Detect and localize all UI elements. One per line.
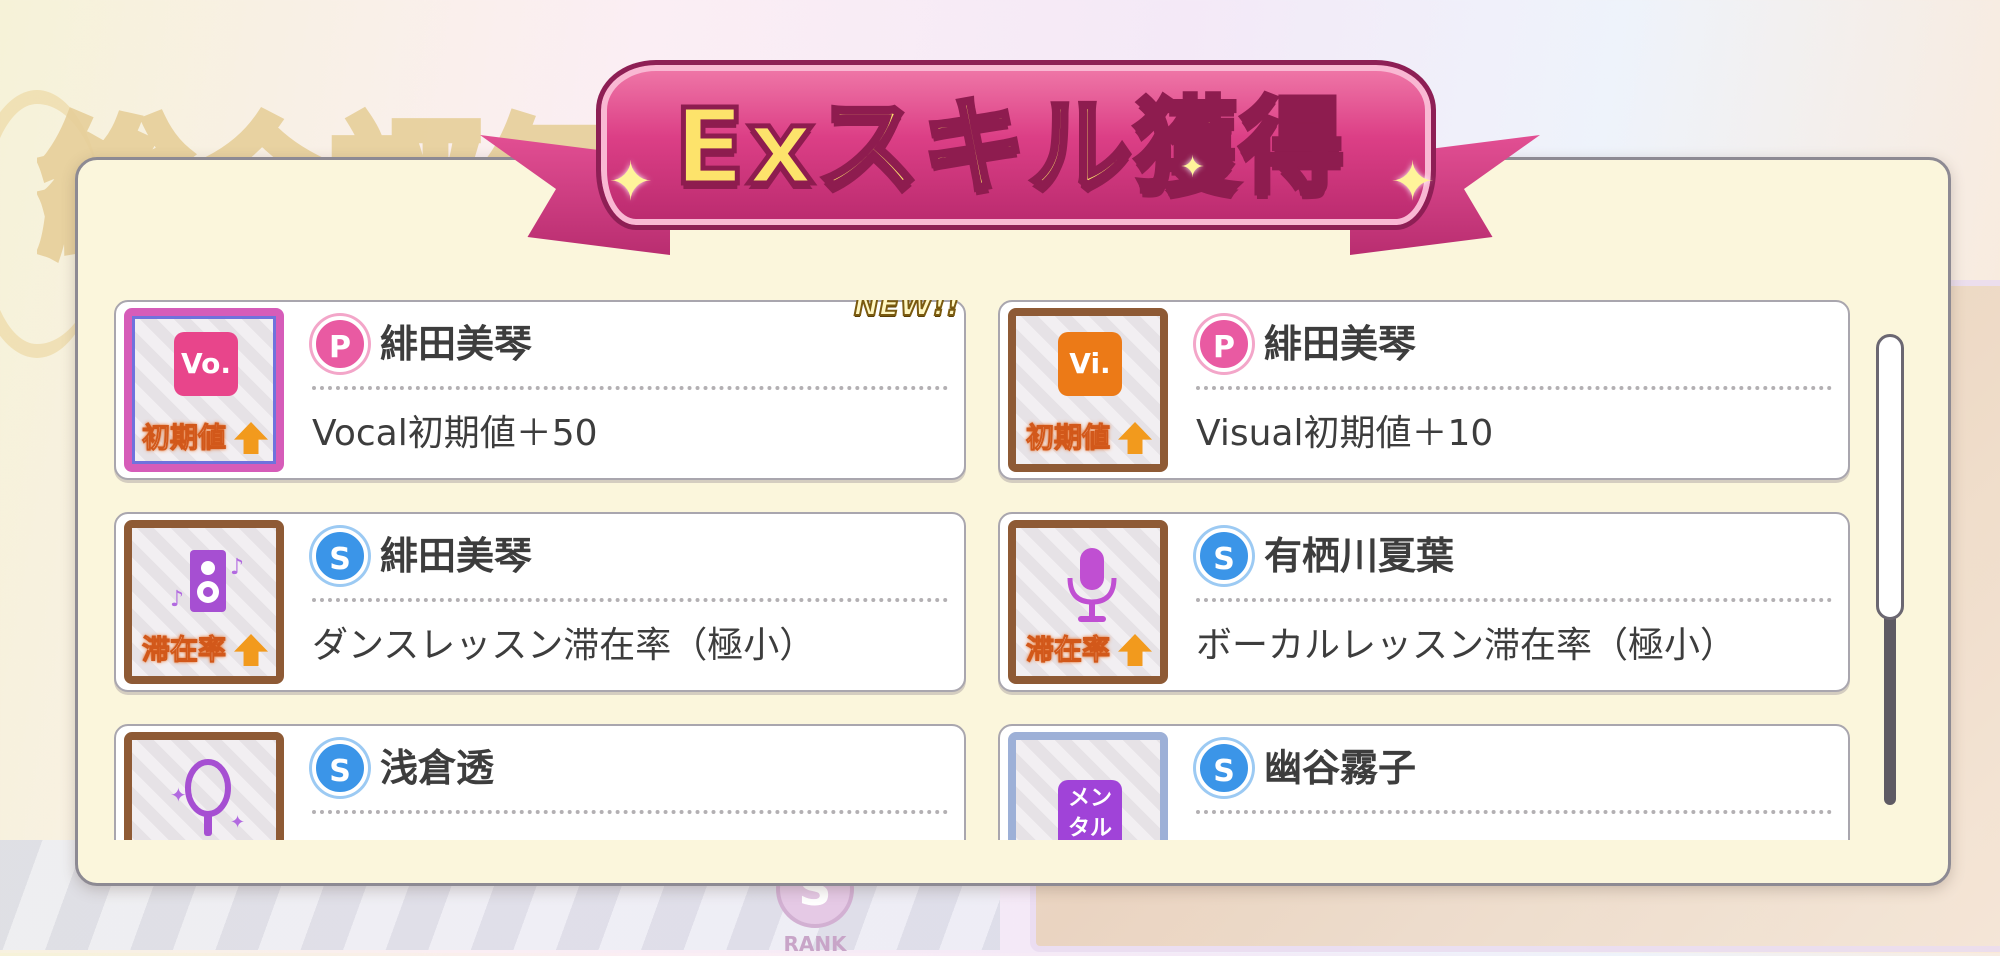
vocal-tag: Vo. bbox=[174, 332, 238, 396]
support-badge-icon: S bbox=[1196, 528, 1252, 584]
skill-description: Visual初期値＋10 bbox=[1196, 413, 1494, 454]
mirror-graphic: ✦ ✦ bbox=[170, 759, 245, 836]
skill-card[interactable]: 滞在率 S 有栖川夏葉 ボーカルレッスン滞在率（極小） bbox=[998, 512, 1850, 692]
divider bbox=[312, 598, 948, 602]
new-badge: NEW!! bbox=[853, 300, 961, 324]
skill-card[interactable]: Vo. 初期値 P 緋田美琴 Vocal初期値＋50 bbox=[114, 300, 966, 480]
rank-label: RANK bbox=[783, 932, 847, 956]
visual-tag: Vi. bbox=[1058, 332, 1122, 396]
support-badge-icon: S bbox=[312, 528, 368, 584]
skill-description: Vocal初期値＋50 bbox=[312, 413, 598, 454]
svg-text:✦: ✦ bbox=[170, 783, 187, 807]
idol-name: 緋田美琴 bbox=[380, 322, 533, 366]
divider bbox=[1196, 386, 1832, 390]
scrollbar-thumb[interactable] bbox=[1876, 334, 1904, 620]
sparkle-icon: ✦ bbox=[608, 150, 654, 213]
svg-text:♪: ♪ bbox=[170, 587, 184, 612]
mirror-icon: ✦ ✦ bbox=[124, 732, 284, 840]
svg-text:♪: ♪ bbox=[230, 555, 244, 580]
skill-card[interactable]: メンタル S 幽谷霧子 bbox=[998, 724, 1850, 840]
arrow-up-icon bbox=[234, 422, 269, 454]
initial-value-label: 初期値 bbox=[1020, 418, 1156, 458]
skill-card[interactable]: ♪ ♪ 滞在率 S 緋田美琴 ダンスレッスン滞在率（極小） bbox=[114, 512, 966, 692]
arrow-up-icon bbox=[1118, 422, 1153, 454]
produce-badge-icon: P bbox=[312, 316, 368, 372]
support-badge-icon: S bbox=[312, 740, 368, 796]
initial-value-label: 初期値 bbox=[136, 418, 272, 458]
skill-card[interactable]: Vi. 初期値 P 緋田美琴 Visual初期値＋10 bbox=[998, 300, 1850, 480]
idol-name: 有栖川夏葉 bbox=[1264, 534, 1455, 578]
dialog-title: Exスキル獲得 bbox=[671, 84, 1347, 211]
vocal-tag-icon: Vo. 初期値 bbox=[124, 308, 284, 472]
idol-name: 幽谷霧子 bbox=[1264, 746, 1417, 790]
arrow-up-icon bbox=[234, 634, 269, 666]
mental-tag: メンタル bbox=[1058, 780, 1122, 840]
speaker-graphic: ♪ ♪ bbox=[170, 550, 244, 612]
divider bbox=[312, 810, 948, 814]
support-badge-icon: S bbox=[1196, 740, 1252, 796]
divider bbox=[1196, 598, 1832, 602]
microphone-graphic bbox=[1067, 548, 1117, 622]
skill-list[interactable]: Vo. 初期値 P 緋田美琴 Vocal初期値＋50 Vi. 初期値 P 緋田美… bbox=[114, 300, 1864, 840]
stay-rate-label: 滞在率 bbox=[1020, 630, 1156, 670]
speaker-icon: ♪ ♪ 滞在率 bbox=[124, 520, 284, 684]
ex-skill-dialog: Vo. 初期値 P 緋田美琴 Vocal初期値＋50 Vi. 初期値 P 緋田美… bbox=[75, 157, 1951, 886]
microphone-icon: 滞在率 bbox=[1008, 520, 1168, 684]
skill-description: ボーカルレッスン滞在率（極小） bbox=[1196, 625, 1737, 666]
idol-name: 緋田美琴 bbox=[380, 534, 533, 578]
idol-name: 浅倉透 bbox=[380, 746, 495, 790]
sparkle-icon: ✦ bbox=[1390, 150, 1436, 213]
skill-description: ダンスレッスン滞在率（極小） bbox=[312, 625, 816, 666]
arrow-up-icon bbox=[1118, 634, 1153, 666]
visual-tag-icon: Vi. 初期値 bbox=[1008, 308, 1168, 472]
divider bbox=[312, 386, 948, 390]
stay-rate-label: 滞在率 bbox=[136, 630, 272, 670]
mental-tag-icon: メンタル bbox=[1008, 732, 1168, 840]
sparkle-icon: ✦ bbox=[1180, 150, 1206, 185]
idol-name: 緋田美琴 bbox=[1264, 322, 1417, 366]
divider bbox=[1196, 810, 1832, 814]
skill-card[interactable]: ✦ ✦ S 浅倉透 bbox=[114, 724, 966, 840]
produce-badge-icon: P bbox=[1196, 316, 1252, 372]
svg-text:✦: ✦ bbox=[230, 812, 245, 833]
